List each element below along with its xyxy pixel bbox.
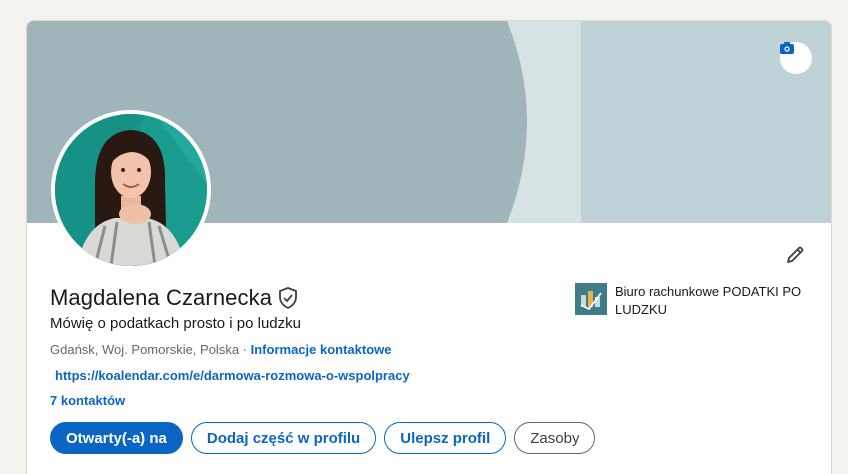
edit-cover-button[interactable] (780, 42, 812, 74)
website-link[interactable]: https://koalendar.com/e/darmowa-rozmowa-… (55, 368, 410, 383)
pencil-icon (787, 246, 804, 263)
add-profile-section-button[interactable]: Dodaj część w profilu (190, 422, 377, 454)
camera-icon (780, 42, 794, 54)
profile-actions: Otwarty(-a) na Dodaj część w profilu Ule… (50, 422, 596, 454)
shield-check-icon[interactable] (278, 287, 298, 309)
profile-card: Magdalena Czarnecka Mówię o podatkach pr… (26, 20, 832, 474)
current-company[interactable]: Biuro rachunkowe PODATKI PO LUDZKU (575, 283, 805, 319)
company-logo (575, 283, 607, 315)
edit-intro-button[interactable] (779, 239, 811, 271)
company-name: Biuro rachunkowe PODATKI PO LUDZKU (615, 284, 802, 317)
profile-headline: Mówię o podatkach prosto i po ludzku (50, 315, 301, 332)
enhance-profile-button[interactable]: Ulepsz profil (384, 422, 507, 454)
avatar (55, 114, 207, 266)
separator-dot: · (239, 342, 251, 357)
contact-info-link[interactable]: Informacje kontaktowe (251, 342, 392, 357)
open-to-button[interactable]: Otwarty(-a) na (50, 422, 183, 454)
profile-name: Magdalena Czarnecka (50, 285, 273, 310)
profile-photo[interactable] (51, 110, 211, 270)
resources-button[interactable]: Zasoby (514, 422, 596, 454)
profile-location: Gdańsk, Woj. Pomorskie, Polska (50, 342, 240, 357)
connections-link[interactable]: 7 kontaktów (50, 393, 125, 408)
name-row: Magdalena Czarnecka (50, 285, 298, 311)
location-row: Gdańsk, Woj. Pomorskie, Polska · Informa… (50, 342, 392, 357)
